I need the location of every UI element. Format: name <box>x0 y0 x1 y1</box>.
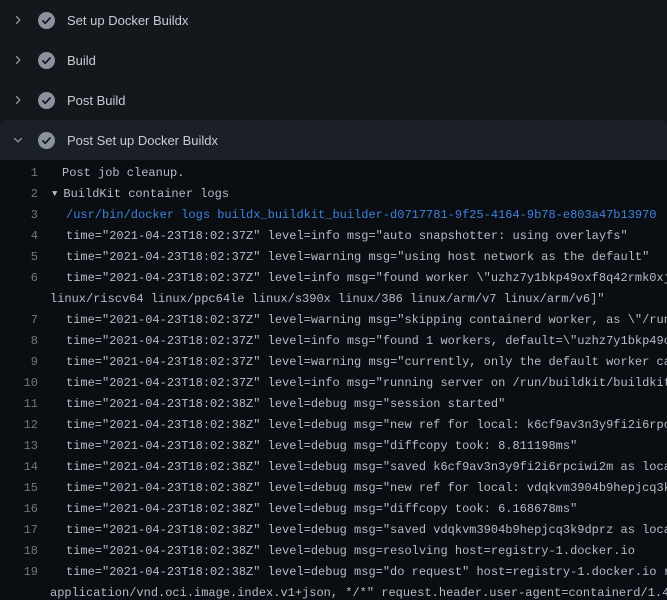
chevron-down-icon <box>10 132 26 148</box>
step-title: Post Set up Docker Buildx <box>67 133 218 148</box>
log-line-text: time="2021-04-23T18:02:38Z" level=debug … <box>38 520 667 541</box>
log-line-number[interactable]: 3 <box>0 205 38 226</box>
log-line-number[interactable]: 10 <box>0 373 38 394</box>
log-line-number[interactable]: 8 <box>0 331 38 352</box>
log-line-number[interactable]: 4 <box>0 226 38 247</box>
log-line-text: time="2021-04-23T18:02:37Z" level=info m… <box>38 331 667 352</box>
log-line: 11 time="2021-04-23T18:02:38Z" level=deb… <box>0 394 667 415</box>
log-line-number[interactable]: 13 <box>0 436 38 457</box>
log-line: 13 time="2021-04-23T18:02:38Z" level=deb… <box>0 436 667 457</box>
chevron-right-icon <box>10 52 26 68</box>
log-line: 19 time="2021-04-23T18:02:38Z" level=deb… <box>0 562 667 583</box>
log-line: 3 /usr/bin/docker logs buildx_buildkit_b… <box>0 205 667 226</box>
log-group-toggle[interactable]: ▼BuildKit container logs <box>38 184 667 205</box>
log-line-text: time="2021-04-23T18:02:37Z" level=warnin… <box>38 310 667 331</box>
log-line: 4 time="2021-04-23T18:02:37Z" level=info… <box>0 226 667 247</box>
log-line-text: time="2021-04-23T18:02:38Z" level=debug … <box>38 415 667 436</box>
log-line-number[interactable]: 11 <box>0 394 38 415</box>
log-line-number[interactable]: 14 <box>0 457 38 478</box>
log-line-text: linux/riscv64 linux/ppc64le linux/s390x … <box>38 289 667 310</box>
log-line: 1 Post job cleanup. <box>0 163 667 184</box>
log-line-text: time="2021-04-23T18:02:38Z" level=debug … <box>38 541 667 562</box>
step-header-set-up-docker-buildx[interactable]: Set up Docker Buildx <box>0 0 667 40</box>
log-line-number[interactable]: 5 <box>0 247 38 268</box>
check-circle-icon <box>38 52 55 69</box>
log-line-number[interactable]: 1 <box>0 163 38 184</box>
log-line-number[interactable]: 17 <box>0 520 38 541</box>
log-output: 1 Post job cleanup. 2 ▼BuildKit containe… <box>0 160 667 600</box>
step-title: Build <box>67 53 96 68</box>
log-line: application/vnd.oci.image.index.v1+json,… <box>0 583 667 600</box>
log-line-text: time="2021-04-23T18:02:38Z" level=debug … <box>38 457 667 478</box>
step-header-post-set-up-docker-buildx[interactable]: Post Set up Docker Buildx <box>0 120 667 160</box>
log-line: 9 time="2021-04-23T18:02:37Z" level=warn… <box>0 352 667 373</box>
log-line: 14 time="2021-04-23T18:02:38Z" level=deb… <box>0 457 667 478</box>
step-header-post-build[interactable]: Post Build <box>0 80 667 120</box>
log-line-number[interactable]: 18 <box>0 541 38 562</box>
log-line-text: Post job cleanup. <box>38 163 667 184</box>
chevron-right-icon <box>10 92 26 108</box>
steps-list: Set up Docker Buildx Build Post Build <box>0 0 667 160</box>
log-line-number[interactable]: 19 <box>0 562 38 583</box>
log-line-text: time="2021-04-23T18:02:37Z" level=warnin… <box>38 352 667 373</box>
log-line-text: time="2021-04-23T18:02:38Z" level=debug … <box>38 562 667 583</box>
log-line-text: time="2021-04-23T18:02:37Z" level=info m… <box>38 226 667 247</box>
log-line-text: time="2021-04-23T18:02:37Z" level=info m… <box>38 268 667 289</box>
check-circle-icon <box>38 92 55 109</box>
log-line: 5 time="2021-04-23T18:02:37Z" level=warn… <box>0 247 667 268</box>
log-line: 10 time="2021-04-23T18:02:37Z" level=inf… <box>0 373 667 394</box>
step-header-build[interactable]: Build <box>0 40 667 80</box>
log-line-number[interactable]: 15 <box>0 478 38 499</box>
log-line: 12 time="2021-04-23T18:02:38Z" level=deb… <box>0 415 667 436</box>
log-line: 18 time="2021-04-23T18:02:38Z" level=deb… <box>0 541 667 562</box>
log-line: 8 time="2021-04-23T18:02:37Z" level=info… <box>0 331 667 352</box>
log-line-text: time="2021-04-23T18:02:38Z" level=debug … <box>38 499 667 520</box>
log-line-text: time="2021-04-23T18:02:37Z" level=warnin… <box>38 247 667 268</box>
step-title: Set up Docker Buildx <box>67 13 188 28</box>
log-line-number[interactable]: 6 <box>0 268 38 289</box>
log-line-number[interactable]: 9 <box>0 352 38 373</box>
log-line-number[interactable]: 16 <box>0 499 38 520</box>
log-line-text: /usr/bin/docker logs buildx_buildkit_bui… <box>38 205 667 226</box>
log-line: 7 time="2021-04-23T18:02:37Z" level=warn… <box>0 310 667 331</box>
log-line: 16 time="2021-04-23T18:02:38Z" level=deb… <box>0 499 667 520</box>
log-line-number[interactable]: 2 <box>0 184 38 205</box>
actions-log-viewer: Set up Docker Buildx Build Post Build <box>0 0 667 600</box>
log-line-number[interactable] <box>0 289 38 310</box>
log-line-text: time="2021-04-23T18:02:38Z" level=debug … <box>38 394 667 415</box>
chevron-right-icon <box>10 12 26 28</box>
log-line: linux/riscv64 linux/ppc64le linux/s390x … <box>0 289 667 310</box>
step-title: Post Build <box>67 93 126 108</box>
log-line-text: time="2021-04-23T18:02:38Z" level=debug … <box>38 478 667 499</box>
check-circle-icon <box>38 132 55 149</box>
log-line-text: application/vnd.oci.image.index.v1+json,… <box>38 583 667 600</box>
log-line: 17 time="2021-04-23T18:02:38Z" level=deb… <box>0 520 667 541</box>
log-line: 2 ▼BuildKit container logs <box>0 184 667 205</box>
log-line-text: time="2021-04-23T18:02:37Z" level=info m… <box>38 373 667 394</box>
log-line-number[interactable]: 12 <box>0 415 38 436</box>
log-line-text: time="2021-04-23T18:02:38Z" level=debug … <box>38 436 667 457</box>
log-line-number[interactable]: 7 <box>0 310 38 331</box>
log-line: 15 time="2021-04-23T18:02:38Z" level=deb… <box>0 478 667 499</box>
check-circle-icon <box>38 12 55 29</box>
log-line-number[interactable] <box>0 583 38 600</box>
log-line: 6 time="2021-04-23T18:02:37Z" level=info… <box>0 268 667 289</box>
group-collapse-triangle-icon: ▼ <box>52 189 57 199</box>
